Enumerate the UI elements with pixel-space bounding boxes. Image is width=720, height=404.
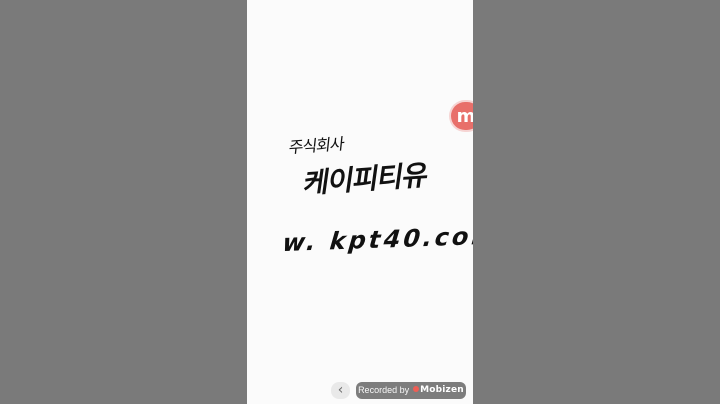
handwritten-note-canvas: 주식회사 케이피티유 w. kpt40.com [247, 0, 473, 404]
record-dot-icon [413, 386, 420, 392]
recorded-by-text: Recorded by [358, 385, 410, 395]
recorded-by-mobizen-watermark: Recorded by Mobizen [356, 382, 466, 399]
mobizen-logo: Mobizen [413, 382, 464, 399]
right-gray-side-panel [473, 0, 720, 404]
chevron-left-icon[interactable]: ‹ [331, 382, 350, 399]
handwritten-company-type: 주식회사 [287, 134, 345, 158]
mobizen-brand-text: Mobizen [420, 385, 464, 395]
handwritten-company-name: 케이피티유 [301, 158, 430, 201]
phone-screen: 주식회사 케이피티유 w. kpt40.com m ‹ Recorded by … [247, 0, 473, 404]
left-gray-side-panel [0, 0, 247, 404]
mobizen-floating-icon: m [456, 105, 473, 127]
handwritten-website: w. kpt40.com [278, 221, 473, 258]
recording-overlay-bar: ‹ Recorded by Mobizen [331, 382, 467, 399]
mobizen-floating-button[interactable]: m [451, 102, 473, 130]
screenshot-root: 주식회사 케이피티유 w. kpt40.com m ‹ Recorded by … [0, 0, 720, 404]
